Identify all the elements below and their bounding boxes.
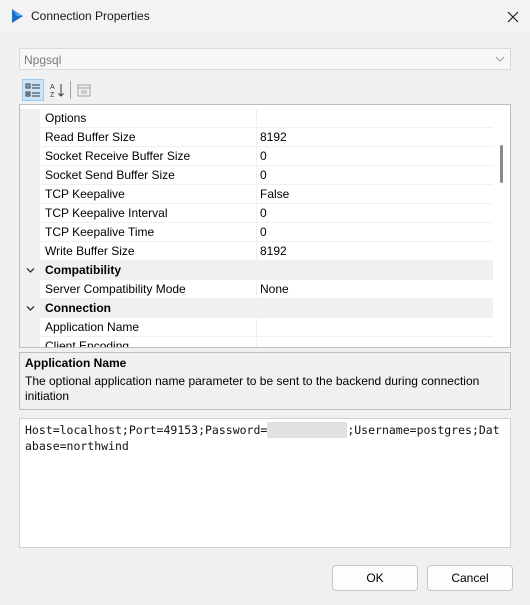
property-row[interactable]: Options — [20, 109, 494, 128]
property-name[interactable]: Socket Send Buffer Size — [40, 166, 257, 185]
property-value[interactable]: 0 — [257, 166, 494, 185]
property-row[interactable]: Write Buffer Size 8192 — [20, 242, 494, 261]
property-row[interactable]: Server Compatibility Mode None — [20, 280, 494, 299]
row-margin — [20, 242, 40, 261]
app-icon — [12, 9, 23, 23]
connection-string-textbox[interactable]: Host=localhost;Port=49153;Password= ;User… — [19, 418, 511, 548]
chevron-down-icon[interactable] — [26, 266, 35, 275]
property-row[interactable]: Socket Receive Buffer Size 0 — [20, 147, 494, 166]
property-value[interactable] — [257, 337, 494, 347]
property-name[interactable]: Server Compatibility Mode — [40, 280, 257, 299]
row-margin — [20, 147, 40, 166]
row-margin — [20, 318, 40, 337]
property-grid-toolbar: A Z — [19, 79, 219, 101]
row-margin — [20, 204, 40, 223]
property-name[interactable]: Client Encoding — [40, 337, 257, 347]
category-row[interactable]: Compatibility — [20, 261, 494, 280]
help-title: Application Name — [25, 356, 127, 370]
row-margin — [20, 185, 40, 204]
svg-text:A: A — [50, 84, 55, 91]
property-pages-button[interactable] — [73, 79, 95, 101]
row-margin — [20, 109, 40, 128]
property-value[interactable] — [257, 318, 494, 337]
ok-button[interactable]: OK — [332, 565, 418, 591]
property-value[interactable]: False — [257, 185, 494, 204]
property-row[interactable]: Client Encoding — [20, 337, 494, 347]
property-value[interactable]: 0 — [257, 147, 494, 166]
help-description: The optional application name parameter … — [25, 374, 480, 403]
close-button[interactable] — [496, 0, 530, 33]
categorized-view-button[interactable] — [22, 79, 44, 101]
row-margin — [20, 337, 40, 347]
property-value[interactable] — [257, 109, 494, 128]
property-grid[interactable]: Options Read Buffer Size 8192 Socket Receiv… — [19, 104, 511, 348]
property-value[interactable]: 8192 — [257, 242, 494, 261]
provider-value: Npgsql — [24, 53, 62, 67]
category-row[interactable]: Connection — [20, 299, 494, 318]
provider-select[interactable]: Npgsql — [19, 48, 511, 70]
property-grid-scrollbar[interactable] — [493, 105, 510, 347]
property-pages-icon — [77, 84, 91, 97]
category-label: Connection — [45, 301, 111, 315]
row-margin — [20, 128, 40, 147]
close-icon — [507, 11, 519, 22]
alphabetical-sort-icon: A Z — [50, 84, 64, 98]
chevron-down-icon — [495, 56, 505, 62]
property-row[interactable]: TCP Keepalive Interval 0 — [20, 204, 494, 223]
toolbar-separator — [70, 81, 71, 99]
redacted-password — [267, 422, 348, 438]
property-name[interactable]: TCP Keepalive Interval — [40, 204, 257, 223]
category-label: Compatibility — [45, 263, 122, 277]
scrollbar-thumb[interactable] — [500, 145, 503, 183]
title-bar: Connection Properties — [0, 0, 530, 33]
cancel-button[interactable]: Cancel — [427, 565, 513, 591]
row-margin — [20, 280, 40, 299]
property-row[interactable]: Read Buffer Size 8192 — [20, 128, 494, 147]
property-name[interactable]: Read Buffer Size — [40, 128, 257, 147]
property-value[interactable]: 0 — [257, 223, 494, 242]
row-margin — [20, 166, 40, 185]
property-name[interactable]: Application Name — [40, 318, 257, 337]
property-value[interactable]: 0 — [257, 204, 494, 223]
property-grid-rows: Options Read Buffer Size 8192 Socket Receiv… — [20, 105, 494, 347]
categorized-view-icon — [25, 83, 40, 97]
property-value[interactable]: 8192 — [257, 128, 494, 147]
alphabetical-sort-button[interactable]: A Z — [46, 79, 68, 101]
property-row[interactable]: Application Name — [20, 318, 494, 337]
connection-string-text: Host=localhost;Port=49153;Password= ;User… — [25, 422, 505, 454]
chevron-down-icon[interactable] — [26, 304, 35, 313]
window-title: Connection Properties — [31, 9, 150, 23]
property-row[interactable]: TCP Keepalive False — [20, 185, 494, 204]
svg-text:Z: Z — [50, 92, 55, 98]
connection-string-part-1: Host=localhost;Port=49153;Password= — [25, 423, 268, 437]
property-name[interactable]: Socket Receive Buffer Size — [40, 147, 257, 166]
property-value[interactable]: None — [257, 280, 494, 299]
property-help-panel: Application Name The optional applicatio… — [19, 352, 511, 410]
property-name[interactable]: TCP Keepalive — [40, 185, 257, 204]
property-name[interactable]: TCP Keepalive Time — [40, 223, 257, 242]
property-row[interactable]: Socket Send Buffer Size 0 — [20, 166, 494, 185]
property-name[interactable]: Write Buffer Size — [40, 242, 257, 261]
property-name[interactable]: Options — [40, 109, 257, 128]
property-row[interactable]: TCP Keepalive Time 0 — [20, 223, 494, 242]
row-margin — [20, 223, 40, 242]
